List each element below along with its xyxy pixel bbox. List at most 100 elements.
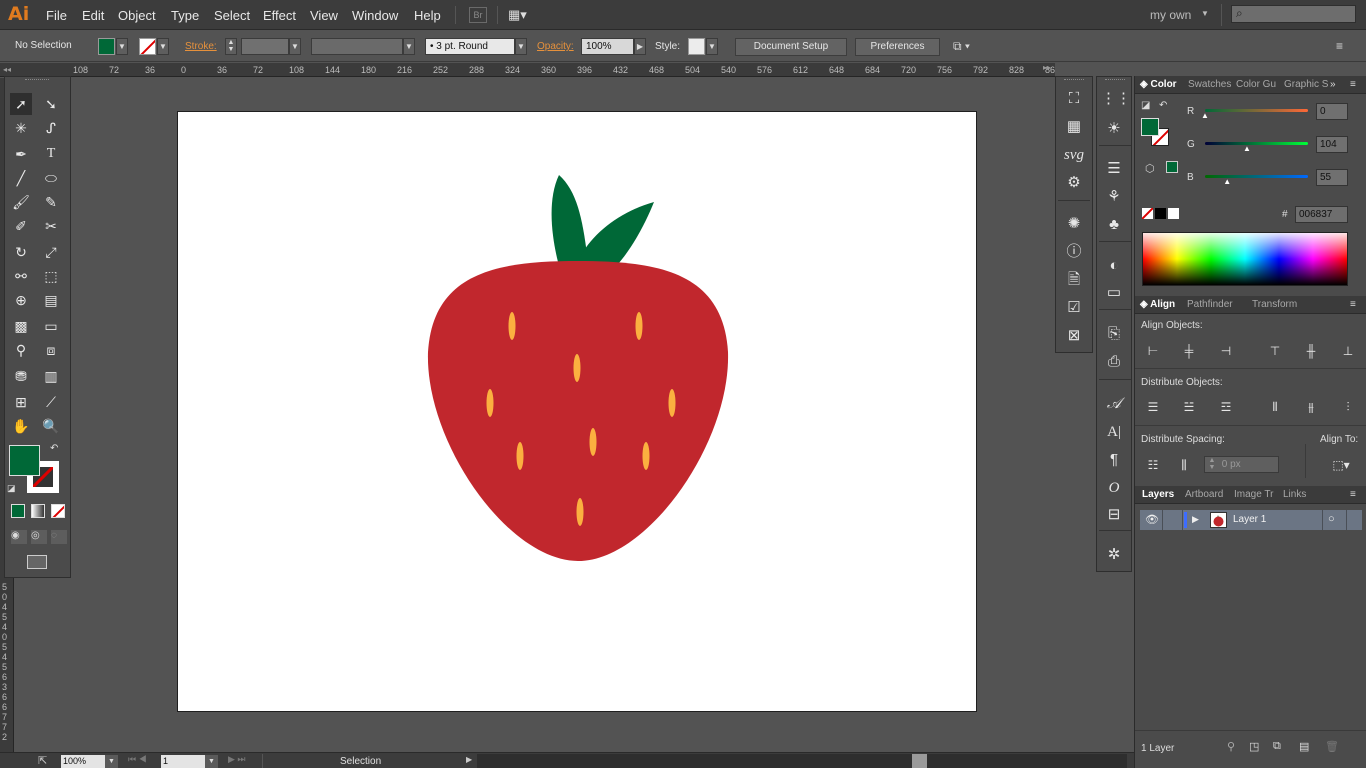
style-swatch[interactable] <box>688 38 705 55</box>
stroke-weight-dropdown[interactable]: ▼ <box>289 38 301 55</box>
stroke-panel-icon[interactable]: ☰ <box>1101 157 1127 181</box>
distribute-hcenter-icon[interactable]: ⫵ <box>1302 398 1320 416</box>
dock-grip[interactable] <box>1064 79 1084 82</box>
none-color-chip[interactable] <box>1142 208 1153 219</box>
vertical-align-top-icon[interactable]: ⊤ <box>1266 342 1284 360</box>
blob-brush-tool-icon[interactable]: ✐ <box>10 215 32 237</box>
artboard[interactable] <box>177 111 977 712</box>
panel-menu-icon[interactable]: ≡ <box>1336 39 1343 53</box>
zoom-field[interactable]: 100% <box>61 755 105 768</box>
magic-wand-tool-icon[interactable]: ✳ <box>10 117 32 139</box>
tab-layers[interactable]: Layers <box>1142 489 1174 500</box>
color-mode-icon[interactable] <box>11 504 25 518</box>
ellipse-tool-icon[interactable]: ⬭ <box>40 167 62 189</box>
gradient-mode-icon[interactable] <box>31 504 45 518</box>
new-layer-icon[interactable]: ▤ <box>1299 740 1309 753</box>
collapse-right-icon[interactable]: ▸▸ <box>1043 63 1051 72</box>
horizontal-align-right-icon[interactable]: ⊣ <box>1217 342 1235 360</box>
menu-window[interactable]: Window <box>352 8 398 23</box>
strawberry-artwork[interactable] <box>178 112 978 713</box>
column-graph-tool-icon[interactable]: ▥ <box>40 365 62 387</box>
line-tool-icon[interactable]: ╱ <box>10 167 32 189</box>
vertical-distribute-space-icon[interactable]: ☷ <box>1144 456 1162 474</box>
white-color-chip[interactable] <box>1168 208 1179 219</box>
draw-behind-icon[interactable]: ◎ <box>31 530 47 544</box>
visibility-eye-icon[interactable]: 👁 <box>1145 513 1159 526</box>
attributes-icon[interactable]: ✺ <box>1061 212 1087 236</box>
character-icon[interactable]: 𝒜 <box>1101 392 1127 416</box>
status-menu-arrow[interactable]: ▶ <box>466 755 472 764</box>
profile-dropdown[interactable]: ▼ <box>403 38 415 55</box>
dock-grip[interactable] <box>1105 79 1125 82</box>
swap-colors-icon[interactable]: ↶ <box>1159 100 1167 111</box>
none-mode-icon[interactable] <box>51 504 65 518</box>
stroke-swatch[interactable] <box>139 38 156 55</box>
menu-select[interactable]: Select <box>214 8 250 23</box>
width-tool-icon[interactable]: ⚯ <box>10 265 32 287</box>
rotate-tool-icon[interactable]: ↻ <box>10 241 32 263</box>
svg-interactivity-icon[interactable]: svg <box>1061 143 1087 167</box>
lasso-tool-icon[interactable]: ᔑ <box>40 117 62 139</box>
free-transform-tool-icon[interactable]: ⬚ <box>40 265 62 287</box>
style-dropdown[interactable]: ▼ <box>706 38 718 55</box>
blue-value-field[interactable]: 55 <box>1316 169 1348 186</box>
direct-selection-tool-icon[interactable]: ➘ <box>40 93 62 115</box>
symbol-sprayer-tool-icon[interactable]: ⛃ <box>10 365 32 387</box>
stroke-label[interactable]: Stroke: <box>185 41 217 52</box>
tabs-overflow-icon[interactable]: » <box>1330 79 1336 90</box>
black-color-chip[interactable] <box>1155 208 1166 219</box>
tab-pathfinder[interactable]: Pathfinder <box>1187 299 1233 310</box>
distribute-left-icon[interactable]: ⫴ <box>1266 398 1284 416</box>
workspace-switcher[interactable]: my own <box>1150 8 1191 22</box>
character-styles-icon[interactable]: ⎘ <box>1101 322 1127 346</box>
menu-object[interactable]: Object <box>118 8 156 23</box>
paragraph-styles-icon[interactable]: ⎙ <box>1101 350 1127 374</box>
opacity-arrow[interactable]: ▶ <box>634 38 646 55</box>
web-safe-color-box[interactable] <box>1166 161 1178 173</box>
selection-tool-icon[interactable]: ➚ <box>10 93 32 115</box>
checklist-icon[interactable]: ☑ <box>1061 296 1087 320</box>
tab-links[interactable]: Links <box>1283 489 1306 500</box>
menu-view[interactable]: View <box>310 8 338 23</box>
info-icon[interactable]: ⓘ <box>1061 240 1087 264</box>
tab-graphic-styles[interactable]: Graphic S <box>1284 79 1328 90</box>
zoom-share-icon[interactable]: ⇱ <box>38 754 47 767</box>
fill-box[interactable] <box>1141 118 1159 136</box>
color-default-icon[interactable]: ◪ <box>1141 100 1150 111</box>
slice-tool-icon[interactable]: ⟋ <box>40 391 62 413</box>
red-value-field[interactable]: 0 <box>1316 103 1348 120</box>
tab-align[interactable]: ◈ Align <box>1140 299 1175 310</box>
stroke-dropdown[interactable]: ▼ <box>157 38 169 55</box>
navigator-icon[interactable]: ⊠ <box>1061 324 1087 348</box>
arrange-documents-icon[interactable]: ▦▾ <box>508 7 534 23</box>
appearance-icon[interactable]: ☀ <box>1101 117 1127 141</box>
blend-tool-icon[interactable]: ⧈ <box>40 339 62 361</box>
first-artboard-icon[interactable]: ⏮ ◀ <box>128 754 147 765</box>
red-slider[interactable] <box>1205 109 1308 112</box>
horizontal-distribute-space-icon[interactable]: ⫼ <box>1175 456 1193 474</box>
zoom-tool-icon[interactable]: 🔍 <box>40 415 62 437</box>
blue-slider[interactable] <box>1205 175 1308 178</box>
vertical-align-center-icon[interactable]: ╫ <box>1302 342 1320 360</box>
preferences-button[interactable]: Preferences <box>855 38 940 56</box>
panel-menu-icon[interactable]: ≡ <box>1350 79 1356 90</box>
perspective-grid-tool-icon[interactable]: ▤ <box>40 289 62 311</box>
hand-tool-icon[interactable]: ✋ <box>10 415 32 437</box>
target-circle-icon[interactable]: ○ <box>1328 513 1335 525</box>
tab-image-trace[interactable]: Image Tr <box>1234 489 1273 500</box>
layer-row[interactable]: 👁 ▶ Layer 1 ○ <box>1140 510 1362 530</box>
brushes-icon[interactable]: ⚘ <box>1101 185 1127 209</box>
scissors-tool-icon[interactable]: ✂ <box>40 215 62 237</box>
arrange-icon[interactable]: ⧉ ▾ <box>953 39 970 54</box>
distribute-top-icon[interactable]: ☰ <box>1144 398 1162 416</box>
menu-help[interactable]: Help <box>414 8 441 23</box>
spacing-field[interactable]: ▲ ▼ 0 px <box>1204 456 1279 473</box>
document-info-icon[interactable]: 🗎 <box>1061 268 1087 292</box>
menu-type[interactable]: Type <box>171 8 199 23</box>
out-of-gamut-cube-icon[interactable]: ⬡ <box>1145 162 1155 175</box>
magic-wand-panel-icon[interactable]: ✲ <box>1101 543 1127 567</box>
artboard-dropdown[interactable]: ▼ <box>205 755 218 768</box>
type-tool-icon[interactable]: T <box>40 143 62 165</box>
toolbox-grip[interactable] <box>25 79 49 82</box>
menu-effect[interactable]: Effect <box>263 8 296 23</box>
